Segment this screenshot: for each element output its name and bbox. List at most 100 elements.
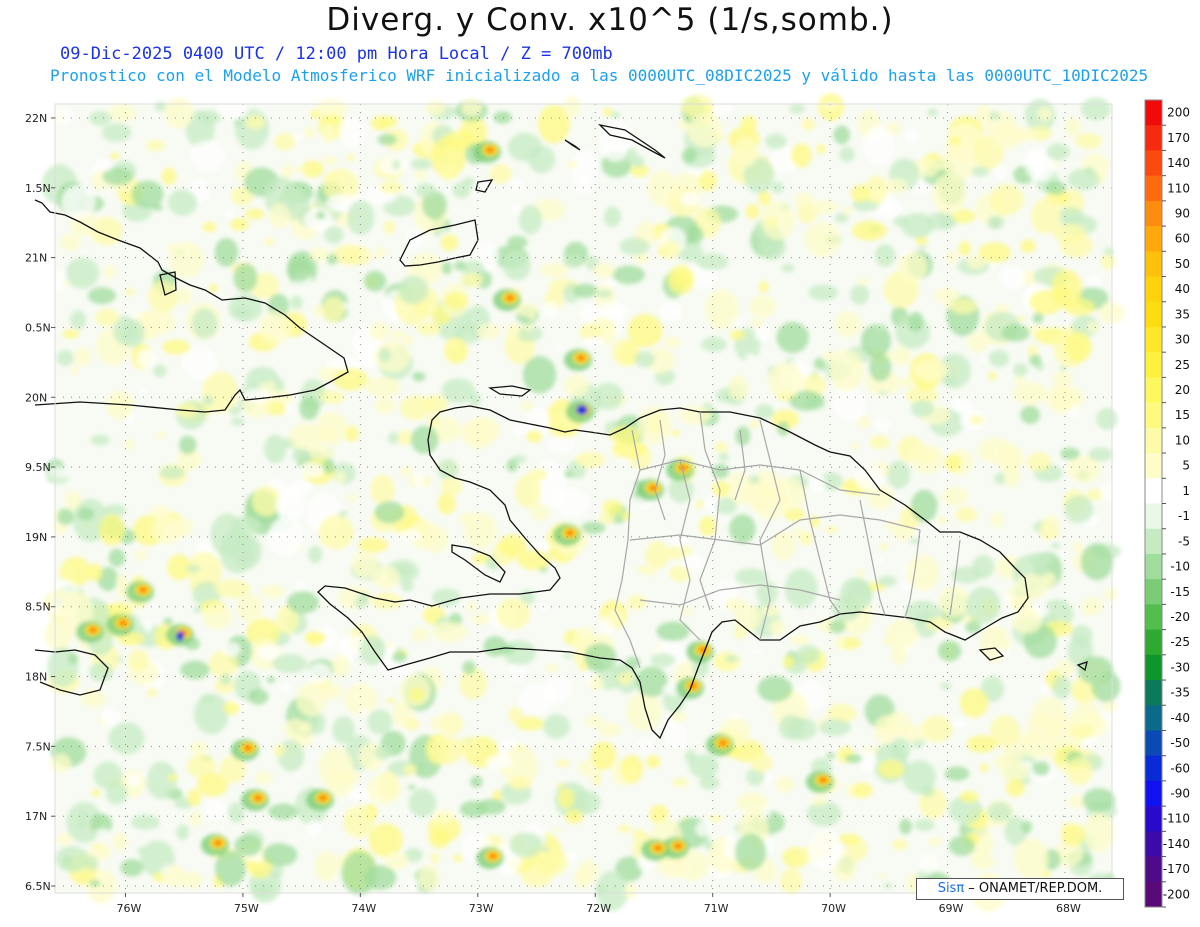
field-blob xyxy=(948,835,975,856)
model-run-subtitle: Pronostico con el Modelo Atmosferico WRF… xyxy=(50,66,1149,85)
field-blob xyxy=(682,147,698,164)
field-blob xyxy=(268,803,299,820)
field-blob xyxy=(176,287,192,306)
field-blob xyxy=(536,847,568,876)
field-blob xyxy=(592,262,615,279)
colorbar-label: -15 xyxy=(1170,585,1190,599)
field-blob xyxy=(405,718,420,731)
field-blob xyxy=(399,466,413,477)
field-blob xyxy=(324,225,344,244)
field-blob xyxy=(566,161,579,170)
field-blob xyxy=(671,778,689,787)
field-blob xyxy=(275,489,306,521)
field-blob xyxy=(367,709,393,735)
field-blob xyxy=(987,801,1013,822)
field-blob xyxy=(155,430,166,440)
field-blob xyxy=(688,754,719,778)
colorbar-swatch xyxy=(1145,780,1162,807)
field-blob xyxy=(731,319,742,325)
field-blob xyxy=(899,818,912,835)
field-blob xyxy=(98,514,125,546)
field-blob xyxy=(527,145,556,174)
field-blob xyxy=(518,205,543,235)
lat-label: 17N xyxy=(25,810,47,823)
field-blob xyxy=(557,788,575,809)
field-blob xyxy=(1013,376,1026,384)
colorbar-swatch xyxy=(1145,276,1162,303)
field-blob xyxy=(801,118,816,131)
field-blob xyxy=(970,855,996,870)
latitude-labels: 22N 1.5N 21N 0.5N 20N 9.5N 19N 8.5N 18N 7.5N 17N 6.… xyxy=(25,112,55,893)
field-blob xyxy=(437,458,459,481)
field-blob xyxy=(234,835,262,857)
field-blob xyxy=(659,302,683,322)
field-blob xyxy=(542,301,560,319)
field-blob xyxy=(950,298,977,315)
field-blob xyxy=(541,846,550,853)
field-blob xyxy=(70,365,79,376)
field-blob xyxy=(335,470,346,484)
colorbar-label: 25 xyxy=(1175,358,1190,372)
field-blob xyxy=(1046,143,1070,161)
field-blob xyxy=(1098,302,1125,324)
field-blob xyxy=(143,619,154,632)
field-blob xyxy=(745,204,760,220)
field-blob xyxy=(346,200,375,235)
field-blob xyxy=(415,183,437,198)
field-blob xyxy=(591,741,617,770)
field-blob xyxy=(466,602,477,613)
field-blob xyxy=(441,476,463,497)
colorbar-label: 200 xyxy=(1167,106,1190,120)
field-blob xyxy=(260,584,285,599)
field-blob xyxy=(202,394,214,406)
colorbar-label: -1 xyxy=(1178,509,1190,523)
field-blob xyxy=(1101,253,1116,270)
field-blob xyxy=(1059,233,1093,258)
field-blob xyxy=(624,147,638,164)
lat-label: 6.5N xyxy=(25,880,51,893)
field-blob xyxy=(460,273,483,288)
field-blob xyxy=(828,619,846,634)
colorbar-label: 35 xyxy=(1175,307,1190,321)
divergence-core xyxy=(319,795,327,801)
field-blob xyxy=(223,701,241,715)
field-blob xyxy=(498,534,527,557)
field-blob xyxy=(854,464,884,491)
field-blob xyxy=(147,686,158,698)
field-blob xyxy=(332,716,355,744)
field-blob xyxy=(292,449,308,462)
colorbar-swatch xyxy=(1145,377,1162,403)
divergence-core xyxy=(139,587,147,593)
field-blob xyxy=(496,598,531,630)
field-blob xyxy=(833,386,866,422)
field-blob xyxy=(50,107,75,125)
field-blob xyxy=(284,403,294,414)
field-blob xyxy=(891,839,908,851)
field-blob xyxy=(358,537,388,553)
field-blob xyxy=(428,829,451,849)
field-blob xyxy=(375,397,396,415)
lon-label: 72W xyxy=(586,902,611,915)
field-blob xyxy=(511,423,528,435)
field-blob xyxy=(322,458,335,474)
field-blob xyxy=(927,108,938,117)
field-blob xyxy=(1064,331,1092,363)
field-blob xyxy=(343,805,375,838)
field-blob xyxy=(901,212,935,238)
field-blob xyxy=(138,387,148,397)
field-blob xyxy=(161,167,177,185)
field-blob xyxy=(70,310,87,330)
field-blob xyxy=(430,714,462,733)
field-blob xyxy=(304,631,326,644)
field-blob xyxy=(1067,168,1100,191)
field-blob xyxy=(135,548,148,561)
field-blob xyxy=(153,364,167,378)
field-blob xyxy=(765,133,787,150)
field-blob xyxy=(857,415,871,429)
field-blob xyxy=(626,691,662,731)
colorbar-label: -25 xyxy=(1170,635,1190,649)
field-blob xyxy=(563,96,581,118)
field-blob xyxy=(856,568,865,579)
field-blob xyxy=(816,143,826,155)
field-blob xyxy=(749,420,760,428)
